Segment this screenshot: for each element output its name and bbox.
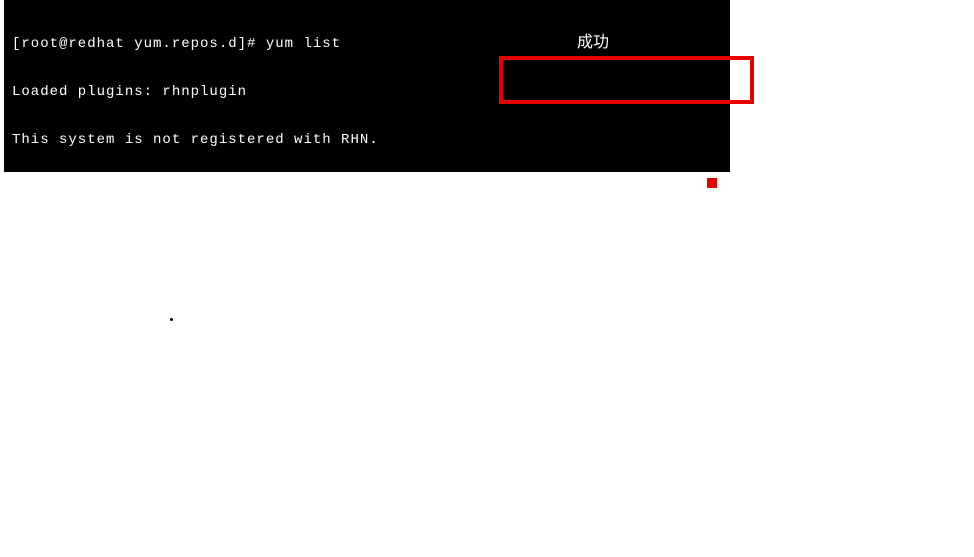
annotation-marker <box>707 178 717 188</box>
terminal-prompt-line: [root@redhat yum.repos.d]# yum list <box>12 36 722 52</box>
terminal-output-line: Loaded plugins: rhnplugin <box>12 84 722 100</box>
dot-marker <box>170 318 173 321</box>
success-callout-label: 成功 <box>577 28 609 52</box>
typed-command: yum list <box>266 36 341 52</box>
terminal-output-line: This system is not registered with RHN. <box>12 132 722 148</box>
terminal-window[interactable]: [root@redhat yum.repos.d]# yum list Load… <box>4 0 730 172</box>
shell-prompt: [root@redhat yum.repos.d]# <box>12 36 266 52</box>
